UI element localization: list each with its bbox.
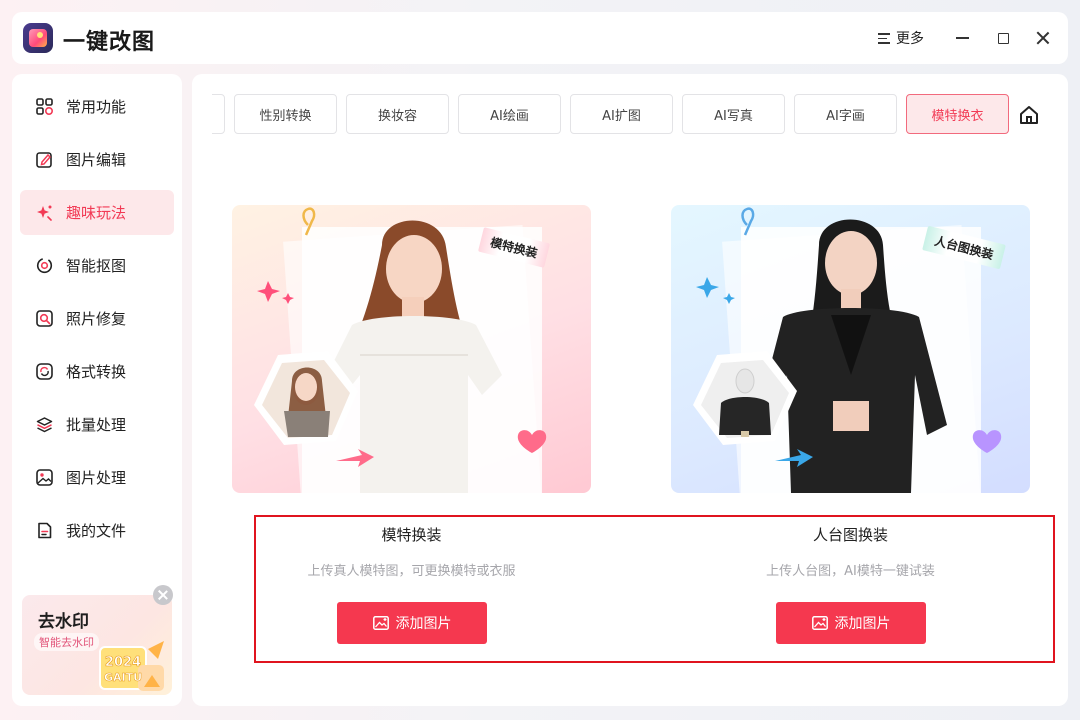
app-title: 一键改图	[63, 30, 156, 55]
mannequin-outfit-preview: 人台图换装	[671, 205, 1030, 493]
maximize-button[interactable]	[990, 25, 1016, 51]
more-menu-button[interactable]: 更多	[878, 27, 924, 49]
close-icon	[1036, 31, 1050, 45]
maximize-icon	[997, 32, 1009, 44]
sidebar-item-fun[interactable]: 趣味玩法	[20, 190, 174, 235]
sidebar-item-label: 趣味玩法	[66, 204, 127, 222]
title-bar: 一键改图 更多	[12, 12, 1068, 64]
add-image-label: 添加图片	[834, 616, 891, 632]
sidebar: 常用功能 图片编辑 趣味玩法 智能抠图 照片修复 格式转换 批量处理 图片处理 …	[12, 74, 182, 706]
image-icon	[36, 469, 53, 486]
more-label: 更多	[896, 31, 924, 47]
mannequin-outfit-add-image-button[interactable]: 添加图片	[776, 602, 926, 644]
tab-partial[interactable]	[212, 94, 225, 134]
mannequin-outfit-description: 上传人台图，AI模特一键试装	[766, 564, 935, 579]
add-image-icon	[372, 616, 389, 630]
model-outfit-preview: 模特换装	[232, 205, 591, 493]
sidebar-item-my-files[interactable]: 我的文件	[20, 508, 174, 553]
promo-subtitle: 智能去水印	[34, 633, 99, 651]
menu-lines-icon	[878, 32, 890, 44]
home-icon[interactable]	[1018, 104, 1040, 126]
sparkle-icon	[37, 205, 52, 221]
mannequin-outfit-title: 人台图换装	[812, 526, 888, 544]
sidebar-item-image-process[interactable]: 图片处理	[20, 455, 174, 500]
promo-badge-year: 2024	[105, 655, 141, 670]
promo-close-button[interactable]	[153, 585, 173, 605]
sidebar-item-format-convert[interactable]: 格式转换	[20, 349, 174, 394]
sidebar-item-label: 图片编辑	[66, 151, 127, 169]
add-image-icon	[811, 616, 828, 630]
close-window-button[interactable]	[1030, 25, 1056, 51]
minimize-icon	[955, 37, 969, 39]
add-image-label: 添加图片	[395, 616, 452, 632]
model-outfit-add-image-button[interactable]: 添加图片	[337, 602, 487, 644]
tab-ai-calligraphy[interactable]: AI字画	[794, 94, 897, 134]
feature-tabs: 性别转换 换妆容 AI绘画 AI扩图 AI写真 AI字画 模特换衣	[212, 94, 1012, 134]
convert-icon	[36, 363, 53, 380]
grid-icon	[36, 98, 53, 115]
file-icon	[38, 522, 52, 539]
tab-ai-expand[interactable]: AI扩图	[570, 94, 673, 134]
layers-icon	[36, 417, 53, 433]
watermark-removal-promo[interactable]: 去水印 智能去水印 2024 GAITU	[22, 595, 172, 695]
sidebar-item-photo-repair[interactable]: 照片修复	[20, 296, 174, 341]
sidebar-item-label: 批量处理	[66, 416, 127, 434]
sidebar-item-batch[interactable]: 批量处理	[20, 402, 174, 447]
sidebar-item-common[interactable]: 常用功能	[20, 84, 174, 129]
promo-illustration-icon: 2024 GAITU	[99, 641, 164, 691]
repair-icon	[36, 310, 53, 327]
promo-badge-text: GAITU	[104, 671, 142, 684]
edit-icon	[36, 152, 52, 168]
sidebar-item-label: 照片修复	[66, 310, 127, 328]
main-panel: 性别转换 换妆容 AI绘画 AI扩图 AI写真 AI字画 模特换衣 模特换装 人…	[192, 74, 1068, 706]
sidebar-item-label: 我的文件	[66, 522, 127, 540]
tab-model-outfit[interactable]: 模特换衣	[906, 94, 1009, 134]
tab-ai-painting[interactable]: AI绘画	[458, 94, 561, 134]
model-outfit-description: 上传真人模特图，可更换模特或衣服	[307, 564, 516, 579]
tab-ai-portrait[interactable]: AI写真	[682, 94, 785, 134]
model-outfit-title: 模特换装	[381, 526, 442, 544]
sidebar-item-label: 常用功能	[66, 98, 127, 116]
tab-makeup[interactable]: 换妆容	[346, 94, 449, 134]
app-logo-icon	[23, 23, 53, 53]
sidebar-item-label: 图片处理	[66, 469, 127, 487]
sidebar-item-label: 格式转换	[66, 363, 127, 381]
sidebar-item-image-edit[interactable]: 图片编辑	[20, 137, 174, 182]
tab-gender-swap[interactable]: 性别转换	[234, 94, 337, 134]
promo-title: 去水印	[38, 612, 89, 632]
sidebar-item-cutout[interactable]: 智能抠图	[20, 243, 174, 288]
minimize-button[interactable]	[949, 25, 975, 51]
sidebar-item-label: 智能抠图	[66, 257, 127, 275]
target-icon	[36, 257, 53, 274]
